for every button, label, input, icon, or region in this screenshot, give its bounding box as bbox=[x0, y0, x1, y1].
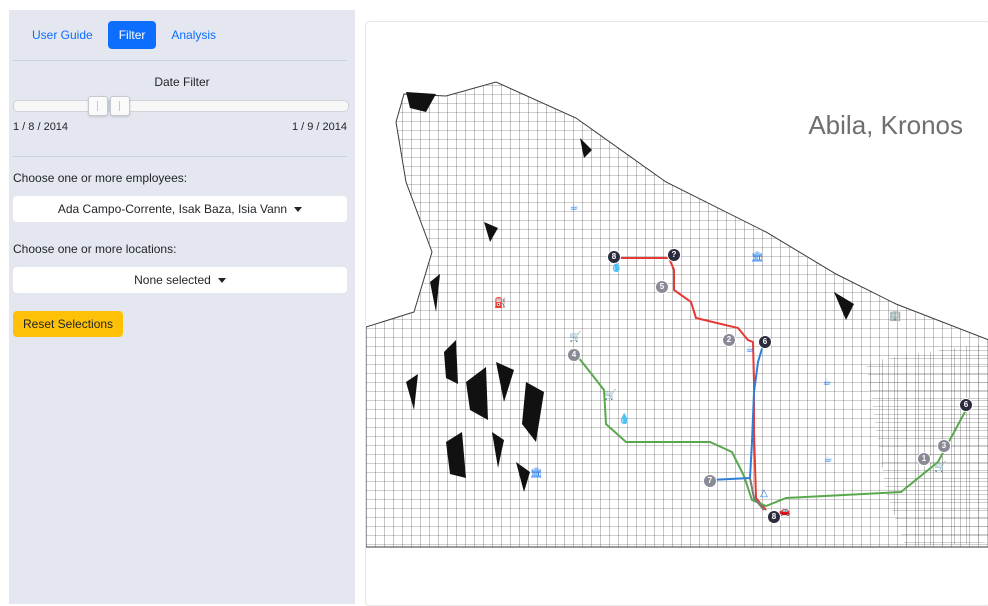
map-panel: Abila, Kronos ☕ 🏛 ⛽ 🛒 🛒 💧 💧 ☕ ☕ ☕ 🏛 🏢 🛒 … bbox=[365, 21, 988, 606]
slider-handle-start[interactable] bbox=[88, 96, 108, 116]
slider-handle-end[interactable] bbox=[110, 96, 130, 116]
divider bbox=[13, 156, 347, 157]
locations-label: Choose one or more locations: bbox=[13, 242, 177, 256]
water-drop-icon[interactable]: 💧 bbox=[610, 262, 622, 274]
employees-selected: Ada Campo-Corrente, Isak Baza, Isia Vann bbox=[57, 202, 288, 216]
map-title: Abila, Kronos bbox=[808, 110, 963, 140]
cafe-icon[interactable]: ☕ bbox=[821, 377, 833, 389]
cafe-icon[interactable]: ☕ bbox=[822, 454, 834, 466]
employees-label: Choose one or more employees: bbox=[13, 171, 188, 185]
location-marker[interactable]: 8 bbox=[768, 511, 780, 523]
location-marker[interactable]: 4 bbox=[568, 349, 580, 361]
bank-icon[interactable]: 🏛 bbox=[751, 252, 764, 264]
museum-icon[interactable]: 🏛 bbox=[530, 468, 543, 480]
cafe-icon[interactable]: ☕ bbox=[744, 344, 756, 356]
locations-selected: None selected bbox=[134, 273, 211, 287]
shop-icon[interactable]: 🛒 bbox=[569, 332, 581, 344]
shop-icon[interactable]: 🛒 bbox=[934, 462, 946, 474]
location-marker[interactable]: 1 bbox=[918, 453, 930, 465]
divider bbox=[13, 60, 347, 61]
date-min-label: 1 / 8 / 2014 bbox=[13, 121, 69, 133]
location-marker[interactable]: ? bbox=[668, 249, 680, 261]
caret-down-icon bbox=[217, 277, 226, 283]
location-marker[interactable]: 3 bbox=[938, 440, 950, 452]
cafe-icon[interactable]: ☕ bbox=[568, 202, 580, 214]
date-max-label: 1 / 9 / 2014 bbox=[291, 121, 347, 133]
tab-filter[interactable]: Filter bbox=[107, 21, 157, 49]
gas-station-icon[interactable]: ⛽ bbox=[494, 298, 506, 310]
nav-tabs: User Guide Filter Analysis bbox=[21, 21, 227, 49]
date-filter-title: Date Filter bbox=[154, 75, 210, 89]
date-range-slider[interactable] bbox=[13, 96, 349, 116]
location-marker[interactable]: 5 bbox=[656, 281, 668, 293]
locations-dropdown[interactable]: None selected bbox=[13, 267, 347, 293]
employees-dropdown[interactable]: Ada Campo-Corrente, Isak Baza, Isia Vann bbox=[13, 196, 347, 222]
location-marker[interactable]: 6 bbox=[960, 399, 972, 411]
location-marker[interactable]: 6 bbox=[759, 336, 771, 348]
tab-analysis[interactable]: Analysis bbox=[160, 21, 227, 49]
location-marker[interactable]: 2 bbox=[723, 334, 735, 346]
water-drop-icon[interactable]: 💧 bbox=[618, 414, 630, 426]
reset-selections-button[interactable]: Reset Selections bbox=[13, 311, 124, 337]
sidebar-panel: User Guide Filter Analysis Date Filter 1… bbox=[9, 10, 355, 604]
tab-user-guide[interactable]: User Guide bbox=[21, 21, 104, 49]
caret-down-icon bbox=[294, 206, 303, 212]
building-icon[interactable]: 🏢 bbox=[889, 311, 901, 323]
location-marker[interactable]: 8 bbox=[608, 251, 620, 263]
parking-icon[interactable]: △ bbox=[758, 488, 770, 500]
location-marker[interactable]: 7 bbox=[704, 475, 716, 487]
shop-icon[interactable]: 🛒 bbox=[604, 390, 616, 402]
